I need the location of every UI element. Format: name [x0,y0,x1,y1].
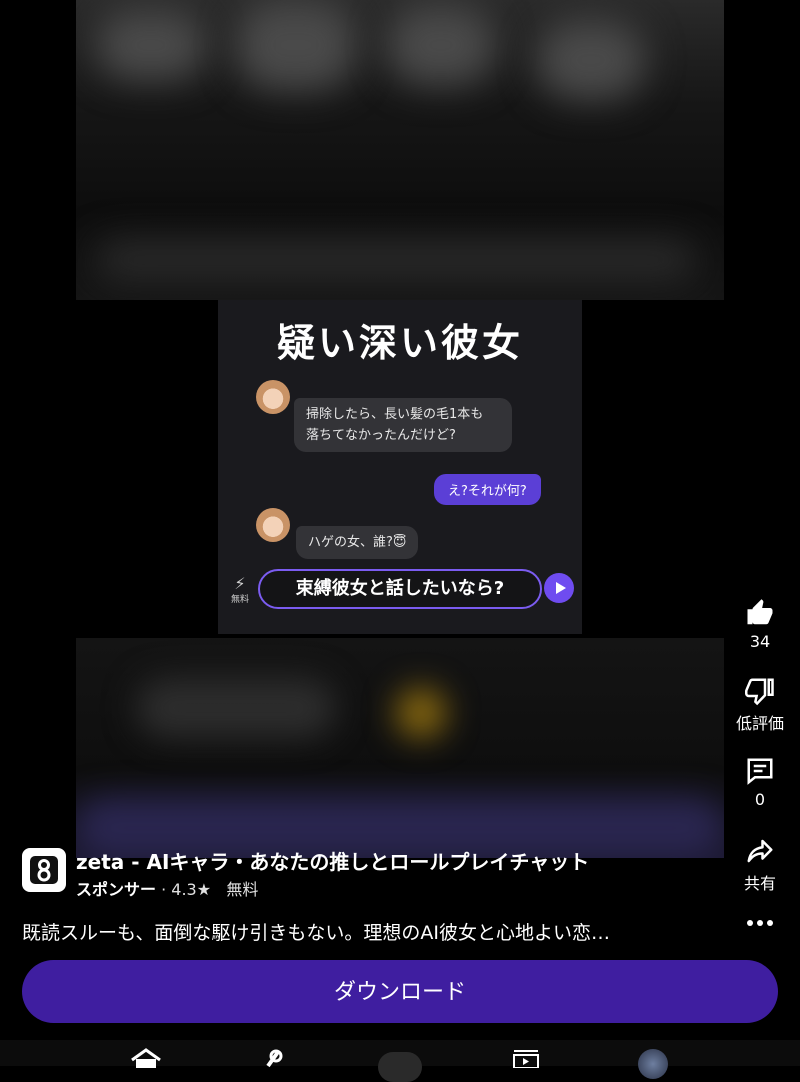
character-avatar [256,380,290,414]
subscriptions-icon[interactable] [510,1048,542,1068]
app-title[interactable]: zeta - AIキャラ・あなたの推しとロールプレイチャット [76,846,589,875]
shorts-icon[interactable] [258,1048,288,1068]
zeta-logo-icon [30,856,58,884]
app-meta: スポンサー · 4.3★ 無料 [76,876,258,900]
creative-headline: 疑い深い彼女 [276,321,523,365]
app-icon[interactable] [22,848,66,892]
ad-description[interactable]: 既読スルーも、面倒な駆け引きもない。理想のAI彼女と心地よい恋… [22,918,712,945]
thumbs-down-icon [745,678,774,706]
blurred-video-top [76,0,724,300]
chat-bubble-outgoing: え?それが何? [434,474,541,505]
create-button[interactable] [378,1052,422,1082]
free-badge: ⚡ 無料 [226,574,254,606]
play-icon [544,573,574,603]
chat-bubble-incoming: 掃除したら、長い髪の毛1本も 落ちてなかったんだけど? [294,398,512,452]
home-icon[interactable] [130,1048,162,1068]
more-icon [747,920,773,926]
avatar[interactable] [638,1049,668,1079]
ad-creative[interactable]: 疑い深い彼女 掃除したら、長い髪の毛1本も 落ちてなかったんだけど? え?それが… [218,300,582,634]
like-button[interactable]: 34 [720,598,800,651]
comment-icon [747,758,773,785]
sponsor-label: スポンサー [76,880,157,899]
chat-bubble-incoming: ハゲの女、誰?😇 [296,526,419,559]
app-rating: · 4.3★ [156,880,212,899]
character-avatar [256,508,290,542]
share-button[interactable]: 共有 [720,836,800,894]
dislike-button[interactable]: 低評価 [720,676,800,734]
blurred-video-bottom [76,638,724,858]
app-price: 無料 [226,880,259,899]
download-button[interactable]: ダウンロード [22,960,778,1023]
creative-cta: 束縛彼女と話したいなら? [258,569,542,609]
bottom-nav [0,1040,800,1082]
share-icon [747,839,773,863]
more-button[interactable] [720,918,800,928]
comment-button[interactable]: 0 [720,756,800,809]
thumbs-up-icon [747,599,773,625]
lightning-icon: ⚡ [234,574,246,593]
